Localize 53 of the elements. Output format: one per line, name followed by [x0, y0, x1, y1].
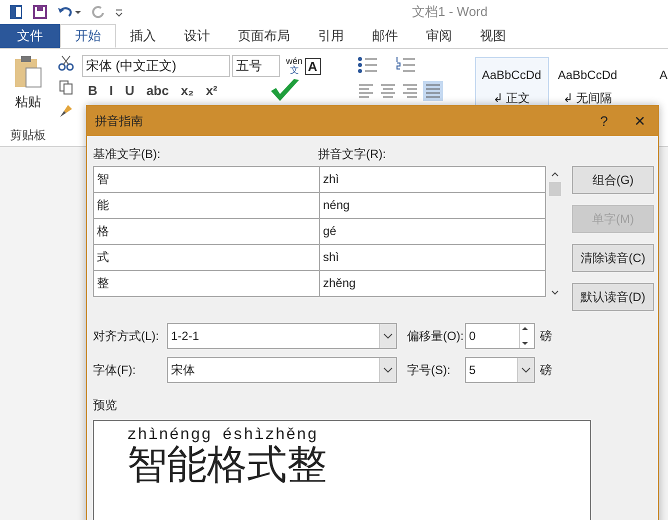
ribbon-tab[interactable]: 页面布局: [224, 24, 304, 48]
phonetic-guide-button[interactable]: wén 文: [286, 57, 303, 75]
text-preview: 智能格式整: [127, 443, 327, 487]
character-border-button[interactable]: A: [304, 58, 321, 74]
ribbon-tab[interactable]: 邮件: [358, 24, 412, 48]
field-label: 字号(S):: [406, 362, 452, 378]
font-name-field[interactable]: 宋体 (中文正文): [82, 55, 230, 77]
field-label: 偏移量(O):: [406, 328, 465, 344]
close-button[interactable]: ✕: [622, 112, 658, 130]
help-button[interactable]: ?: [586, 112, 622, 130]
dialog-button[interactable]: 清除读音(C): [572, 244, 654, 272]
ribbon-tab[interactable]: 开始: [60, 24, 116, 48]
dialog-title: 拼音指南: [95, 112, 144, 130]
base-text-field[interactable]: 智: [94, 167, 319, 192]
font-size-field[interactable]: 五号: [232, 55, 280, 77]
ribbon-tab[interactable]: 视图: [466, 24, 520, 48]
unit-label: 磅: [539, 328, 553, 344]
dialog-button[interactable]: 组合(G): [572, 166, 654, 194]
paste-button[interactable]: 粘贴: [15, 93, 41, 111]
base-text-field[interactable]: 整: [94, 271, 319, 296]
format-button[interactable]: abc: [146, 83, 169, 98]
base-text-field[interactable]: 式: [94, 245, 319, 270]
group-label: 剪贴板: [10, 127, 46, 144]
window-title: 文档1 - Word: [412, 3, 488, 21]
format-button[interactable]: x₂: [180, 83, 194, 98]
column-label: 拼音文字(R):: [318, 146, 387, 163]
base-text-field[interactable]: 能: [94, 193, 319, 218]
preview-label: 预览: [93, 397, 118, 414]
pinyin-field[interactable]: néng: [320, 193, 545, 218]
field-label: 字体(F):: [93, 362, 137, 378]
ribbon-tab[interactable]: 文件: [0, 24, 60, 48]
ribbon-tab[interactable]: 插入: [116, 24, 170, 48]
pinyin-field[interactable]: shì: [320, 245, 545, 270]
unit-label: 磅: [539, 362, 553, 378]
format-button[interactable]: I: [109, 83, 114, 98]
pinyin-field[interactable]: zhì: [320, 167, 545, 192]
pinyin-field[interactable]: zhěng: [320, 271, 545, 296]
dialog-button[interactable]: 默认读音(D): [572, 283, 654, 311]
format-button[interactable]: U: [125, 83, 134, 98]
ribbon-tab[interactable]: 引用: [304, 24, 358, 48]
ribbon-tab[interactable]: 设计: [170, 24, 224, 48]
column-label: 基准文字(B):: [93, 146, 162, 163]
font-dropdown[interactable]: 宋体: [167, 357, 397, 383]
alignment-dropdown[interactable]: 1-2-1: [167, 323, 397, 349]
format-button[interactable]: B: [88, 83, 98, 98]
pinyin-preview: zhìnéngg éshìzhěng: [127, 427, 318, 443]
base-text-field[interactable]: 格: [94, 219, 319, 244]
ribbon-tab[interactable]: 审阅: [412, 24, 466, 48]
size-dropdown[interactable]: 5: [465, 357, 535, 383]
field-label: 对齐方式(L):: [93, 328, 160, 344]
offset-spinner[interactable]: 0: [465, 323, 535, 349]
pinyin-field[interactable]: gé: [320, 219, 545, 244]
format-button[interactable]: x²: [206, 83, 218, 98]
